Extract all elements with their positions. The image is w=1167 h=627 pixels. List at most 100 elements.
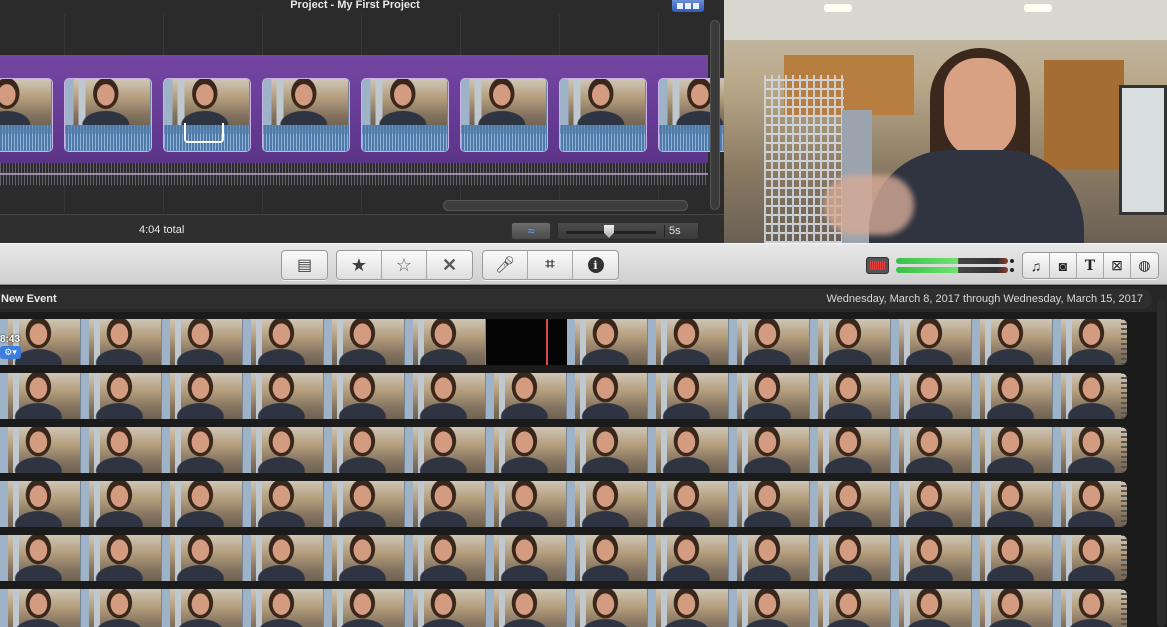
event-clip-frame[interactable] [324, 535, 405, 581]
event-clip-frame[interactable] [486, 427, 567, 473]
event-clip-frame[interactable] [324, 319, 405, 365]
event-clip-strip[interactable] [0, 373, 1127, 419]
event-clip-frame[interactable] [729, 427, 810, 473]
event-clip-frame[interactable] [486, 589, 567, 627]
event-clip-frame[interactable] [648, 373, 729, 419]
event-clip-frame[interactable] [243, 589, 324, 627]
project-clip[interactable] [0, 78, 53, 152]
event-clip-frame[interactable] [243, 535, 324, 581]
event-clip-frame[interactable] [891, 481, 972, 527]
event-clip-frame[interactable] [486, 319, 567, 365]
event-clip-frame[interactable] [972, 589, 1053, 627]
event-clip-frame[interactable] [243, 373, 324, 419]
event-clip-strip[interactable] [0, 319, 1127, 365]
event-clip-frame[interactable] [648, 481, 729, 527]
event-clip-frame[interactable] [648, 535, 729, 581]
event-clip-frame[interactable] [567, 373, 648, 419]
event-clip-frame[interactable] [486, 373, 567, 419]
event-clip-frame[interactable] [0, 373, 81, 419]
event-clip-frame[interactable] [891, 589, 972, 627]
unmark-button[interactable]: ☆ [382, 251, 427, 279]
add-to-project-button[interactable]: ▤ [282, 251, 327, 279]
event-clip-frame[interactable] [243, 481, 324, 527]
event-clip-frame[interactable] [405, 427, 486, 473]
event-clip-frame[interactable] [81, 481, 162, 527]
event-clip-frame[interactable] [891, 535, 972, 581]
event-clip-frame[interactable] [162, 427, 243, 473]
event-clip-frame[interactable] [810, 589, 891, 627]
project-clip-track[interactable] [0, 55, 724, 163]
event-clip-frame[interactable] [243, 427, 324, 473]
event-clip-frame[interactable] [81, 427, 162, 473]
event-clip-frame[interactable] [810, 427, 891, 473]
event-clip-frame[interactable] [567, 319, 648, 365]
photo-browser-button[interactable]: ◙ [1050, 253, 1077, 278]
event-clip-frame[interactable] [810, 373, 891, 419]
event-clip-frame[interactable] [1053, 481, 1127, 527]
event-clip-frame[interactable] [891, 427, 972, 473]
event-clip-frame[interactable] [162, 373, 243, 419]
audio-waveform-toggle[interactable]: ≈ [511, 222, 551, 240]
event-name[interactable]: New Event [1, 293, 57, 305]
event-clip-frame[interactable] [405, 481, 486, 527]
clip-action-menu[interactable]: ⚙▾ [0, 346, 21, 359]
event-clip-frame[interactable] [567, 589, 648, 627]
video-viewer[interactable] [724, 0, 1167, 243]
mark-favorite-button[interactable]: ★ [337, 251, 382, 279]
event-clip-browser[interactable] [0, 312, 1156, 627]
event-clip-frame[interactable] [81, 589, 162, 627]
event-clip-frame[interactable] [0, 481, 81, 527]
voiceover-button[interactable]: 🎤︎ [483, 251, 528, 279]
project-grid-view-button[interactable] [672, 0, 704, 12]
event-clip-frame[interactable] [972, 319, 1053, 365]
event-clip-frame[interactable] [405, 373, 486, 419]
event-clip-frame[interactable] [567, 535, 648, 581]
inspector-button[interactable]: i [573, 251, 618, 279]
event-clip-frame[interactable] [972, 535, 1053, 581]
project-audio-track[interactable] [0, 163, 708, 185]
audio-skimming-button[interactable] [866, 257, 889, 274]
event-clip-frame[interactable] [486, 481, 567, 527]
event-clip-frame[interactable] [729, 319, 810, 365]
timeline-zoom-slider[interactable]: 5s [557, 222, 699, 240]
event-clip-frame[interactable] [810, 535, 891, 581]
reject-button[interactable]: ✕ [427, 251, 472, 279]
event-clip-frame[interactable] [405, 319, 486, 365]
project-clip[interactable] [559, 78, 647, 152]
event-clip-frame[interactable] [1053, 319, 1127, 365]
event-clip-frame[interactable] [162, 319, 243, 365]
event-clip-frame[interactable] [405, 589, 486, 627]
project-clip[interactable] [163, 78, 251, 152]
event-clip-frame[interactable] [567, 427, 648, 473]
event-clip-frame[interactable] [972, 481, 1053, 527]
project-clip[interactable] [361, 78, 449, 152]
crop-button[interactable]: ⌗ [528, 251, 573, 279]
event-clip-frame[interactable] [162, 589, 243, 627]
event-clip-frame[interactable] [810, 481, 891, 527]
project-clip[interactable] [64, 78, 152, 152]
event-clip-strip[interactable] [0, 589, 1127, 627]
project-clip[interactable] [460, 78, 548, 152]
transition-browser-button[interactable]: ⊠ [1104, 253, 1131, 278]
event-clip-frame[interactable] [0, 535, 81, 581]
event-clip-frame[interactable] [405, 535, 486, 581]
event-clip-frame[interactable] [324, 373, 405, 419]
event-clip-frame[interactable] [81, 319, 162, 365]
event-clip-frame[interactable] [0, 427, 81, 473]
event-clip-frame[interactable] [1053, 373, 1127, 419]
map-browser-button[interactable]: ◍ [1131, 253, 1158, 278]
event-clip-frame[interactable] [81, 535, 162, 581]
event-clip-frame[interactable] [648, 427, 729, 473]
event-clip-frame[interactable] [1053, 427, 1127, 473]
event-clip-frame[interactable] [729, 481, 810, 527]
event-clip-frame[interactable] [729, 535, 810, 581]
event-clip-strip[interactable] [0, 427, 1127, 473]
event-clip-frame[interactable] [972, 373, 1053, 419]
event-clip-frame[interactable] [81, 373, 162, 419]
event-clip-frame[interactable] [486, 535, 567, 581]
event-clip-frame[interactable] [891, 373, 972, 419]
zoom-slider-thumb[interactable] [604, 225, 614, 238]
event-clip-frame[interactable] [1053, 535, 1127, 581]
event-clip-strip[interactable] [0, 481, 1127, 527]
event-clip-frame[interactable] [243, 319, 324, 365]
